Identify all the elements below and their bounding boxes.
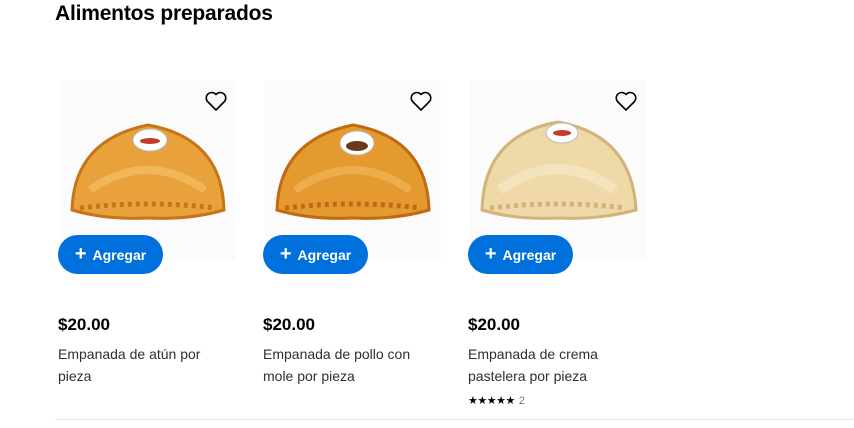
favorite-button[interactable]	[409, 90, 435, 114]
product-name[interactable]: Empanada de crema pastelera por pieza	[468, 343, 638, 387]
favorite-button[interactable]	[614, 90, 640, 114]
add-to-cart-button[interactable]: + Agregar	[263, 235, 368, 274]
product-price: $20.00	[58, 315, 110, 334]
review-count: 2	[518, 394, 525, 407]
product-card: + Agregar $20.00 Empanada de pollo con m…	[263, 80, 441, 415]
product-name[interactable]: Empanada de pollo con mole por pieza	[263, 343, 433, 387]
product-price: $20.00	[468, 315, 520, 334]
heart-outline-icon	[205, 91, 227, 111]
add-button-label: Agregar	[92, 246, 147, 263]
section-divider	[55, 419, 854, 420]
product-image[interactable]	[60, 80, 236, 260]
product-price: $20.00	[263, 315, 315, 334]
add-button-label: Agregar	[297, 246, 352, 263]
add-to-cart-button[interactable]: + Agregar	[58, 235, 163, 274]
heart-outline-icon	[615, 91, 637, 111]
product-name[interactable]: Empanada de atún por pieza	[58, 343, 228, 387]
section-title: Alimentos preparados	[55, 2, 273, 25]
product-image[interactable]	[470, 80, 646, 260]
product-rating[interactable]: ★★★★★ 2	[468, 394, 525, 408]
plus-icon: +	[279, 242, 292, 265]
add-button-label: Agregar	[502, 246, 557, 263]
add-to-cart-button[interactable]: + Agregar	[468, 235, 573, 274]
favorite-button[interactable]	[204, 90, 230, 114]
product-card: + Agregar $20.00 Empanada de crema paste…	[468, 80, 646, 415]
product-image[interactable]	[265, 80, 441, 260]
plus-icon: +	[484, 242, 497, 265]
heart-outline-icon	[410, 91, 432, 111]
star-rating-icon: ★★★★★	[468, 395, 515, 407]
product-card: + Agregar $20.00 Empanada de atún por pi…	[58, 80, 236, 415]
plus-icon: +	[74, 242, 87, 265]
